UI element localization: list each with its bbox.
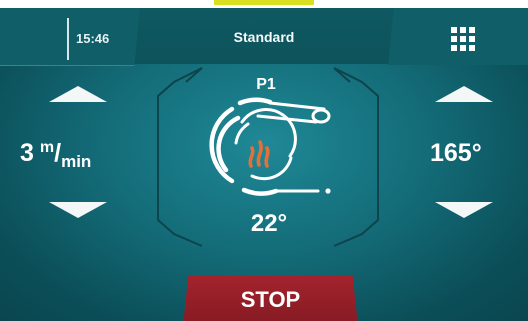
mode-title[interactable]: Standard: [214, 29, 314, 45]
speed-readout: 3 m/min: [20, 139, 91, 172]
grid-menu-icon[interactable]: [451, 27, 475, 51]
speed-unit-denominator: min: [61, 152, 92, 171]
setpoint-temperature: 165°: [430, 139, 482, 167]
speed-decrease-icon[interactable]: [49, 202, 107, 218]
program-label: P1: [256, 76, 276, 93]
speed-unit-numerator: m: [39, 139, 55, 156]
speed-value: 3: [20, 139, 34, 167]
temperature-increase-icon[interactable]: [435, 86, 493, 102]
clock-time: 15:46: [76, 31, 110, 46]
status-divider: [67, 18, 69, 60]
current-temperature: 22°: [250, 210, 288, 237]
machine-screen: 15:46 Standard 3 m/min 165° P1 22° STOP: [0, 0, 528, 321]
clock-tab: [0, 8, 140, 66]
speed-increase-icon[interactable]: [49, 86, 107, 102]
temperature-decrease-icon[interactable]: [435, 202, 493, 218]
stop-button[interactable]: STOP: [183, 276, 358, 321]
accent-strip: [214, 0, 314, 5]
spool-heating-icon: [209, 97, 331, 196]
